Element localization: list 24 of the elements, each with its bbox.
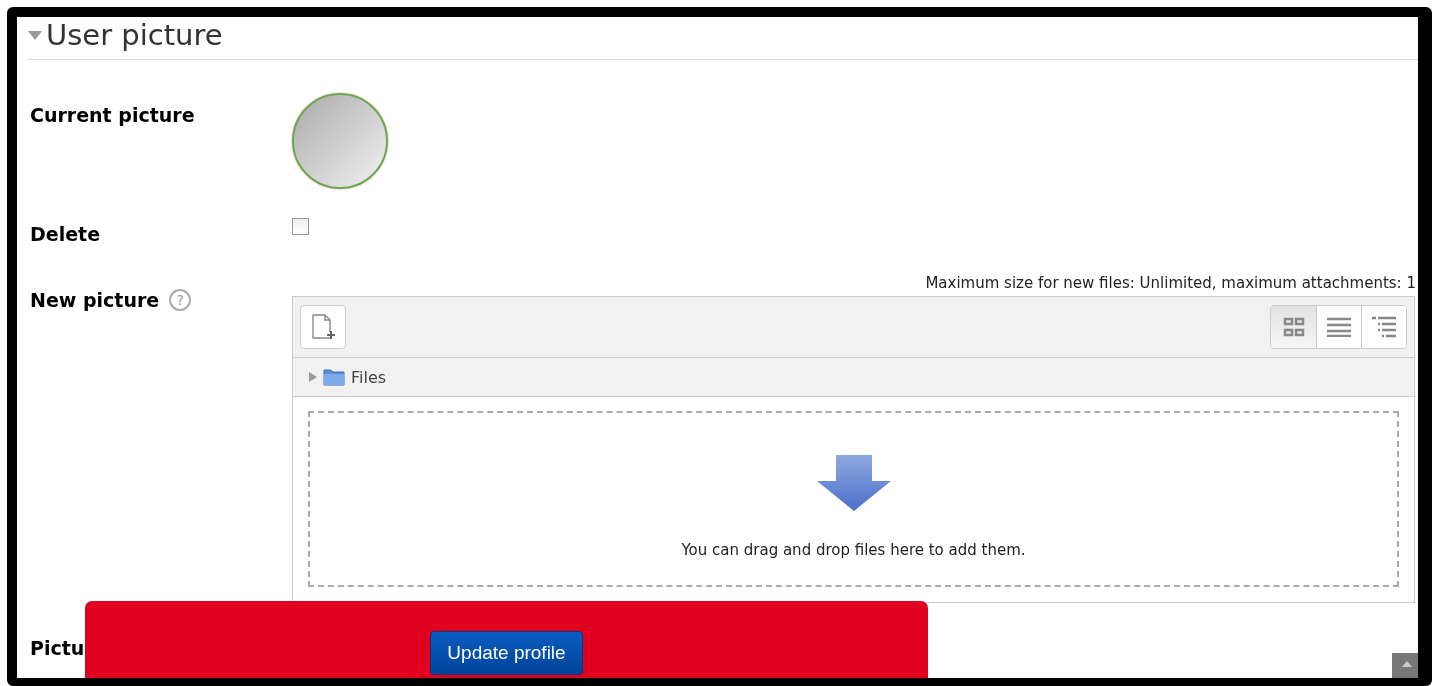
add-file-icon xyxy=(312,314,335,340)
update-profile-button[interactable]: Update profile xyxy=(430,631,583,675)
field-label: Current picture xyxy=(30,104,195,126)
view-toggle-button[interactable] xyxy=(1361,306,1406,348)
view-toggle-button[interactable] xyxy=(1316,306,1361,348)
add-file-button[interactable] xyxy=(300,305,346,349)
section-title[interactable]: User picture xyxy=(46,18,223,52)
caret-icon xyxy=(1402,661,1412,667)
grid-view-icon xyxy=(1282,317,1305,337)
file-limits-text: Maximum size for new files: Unlimited, maximum attachments: 1 xyxy=(924,274,1416,292)
expand-arrow-icon[interactable] xyxy=(309,372,317,382)
drop-hint-text: You can drag and drop files here to add them. xyxy=(681,541,1026,559)
field-label: Delete xyxy=(30,223,101,245)
list-view-icon xyxy=(1327,317,1351,337)
delete-checkbox[interactable] xyxy=(292,218,309,235)
folder-icon xyxy=(323,368,345,386)
collapse-caret-icon[interactable] xyxy=(28,30,42,40)
down-arrow-icon xyxy=(816,455,891,511)
drop-zone[interactable]: You can drag and drop files here to add them. xyxy=(308,411,1399,587)
view-toggle-button[interactable] xyxy=(1271,306,1316,348)
field-label: Pictu xyxy=(30,636,86,661)
folder-path-link[interactable]: Files xyxy=(351,367,387,387)
tree-view-icon xyxy=(1372,316,1396,338)
field-label: New picture xyxy=(30,289,160,311)
